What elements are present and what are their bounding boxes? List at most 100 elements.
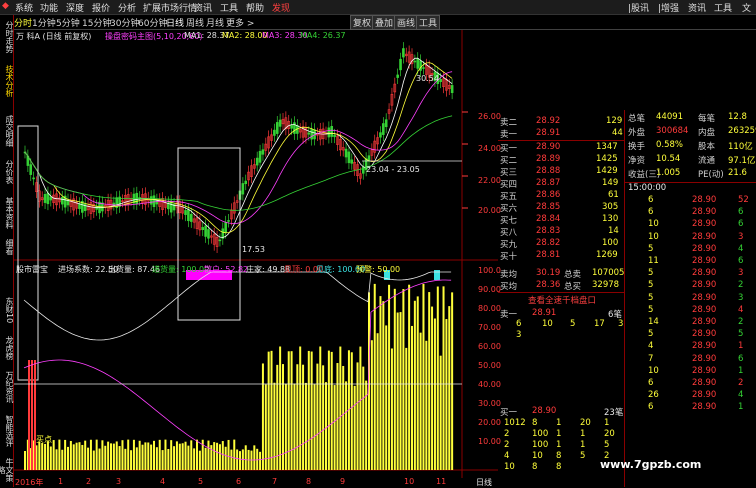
tab-more[interactable]: 更多 > [226,16,254,29]
sidebar-item-strategy[interactable]: 牛文策略 [0,455,14,485]
candle-body [189,213,193,222]
menu-item-more[interactable]: 文 [742,1,751,14]
sidebar-item-smart[interactable]: 智能选评 [0,411,14,451]
volume-bar [138,440,141,470]
candle-body [46,192,50,205]
volume-bar [89,439,92,470]
sidebar-item-profile[interactable]: 基本资料 [0,193,14,233]
menu-item-stock-news[interactable]: |股讯 [628,1,649,14]
tab-monthly[interactable]: 月线 [206,16,224,29]
tab-1min[interactable]: 1分钟 [32,16,56,29]
menu-item-depth[interactable]: 深度 [66,1,84,14]
tick-price: 28.90 [692,365,717,376]
period-indicator[interactable]: 日线 [476,477,492,488]
volume-bar [336,363,339,470]
tab-15min[interactable]: 15分钟 [82,16,111,29]
sidebar-item-trades[interactable]: 成交明细 [0,111,14,151]
menu-item-ext-market[interactable]: 扩展市场行情 [143,1,197,14]
volume-bar [155,447,158,470]
volume-bar [153,440,155,470]
sidebar-item-news[interactable]: 万纪资讯 [0,367,14,407]
ask-price[interactable]: 28.92 [536,116,560,126]
bid-price[interactable]: 28.82 [536,238,560,248]
volume-bar [416,296,419,470]
candle-body [347,151,351,164]
volume-bar [158,439,161,470]
volume-bar [55,449,58,470]
menu-item-system[interactable]: 系统 [15,1,33,14]
tick-price: 28.90 [692,292,717,303]
volume-bar [267,351,270,470]
sidebar-item-technical[interactable]: 技术分析 [0,61,14,101]
volume-bar [44,443,47,470]
kline-chart[interactable] [14,30,498,478]
bid-price[interactable]: 28.84 [536,214,560,224]
tab-5min[interactable]: 5分钟 [56,16,80,29]
sidebar-item-detail[interactable]: 细看 [0,237,14,257]
overlay-button[interactable]: 叠加 [372,15,397,30]
ticks-time-row: 15:00:00 [626,183,756,195]
full-depth-link[interactable]: 查看全速千档盘口 [528,294,596,306]
stat-label: 每笔 [698,114,716,124]
candle-body [344,148,348,158]
sub-indicator-name[interactable]: 股市雷宝 [16,264,48,275]
bid-price[interactable]: 28.90 [536,142,560,152]
candle-body [49,196,53,201]
tab-weekly[interactable]: 周线 [186,16,204,29]
tab-60min[interactable]: 60分钟 [138,16,167,29]
menu-item-help[interactable]: 帮助 [246,1,264,14]
volume-bar [370,340,373,470]
sidebar-item-eastmoney[interactable]: 东财10 [0,293,14,327]
volume-bar [87,447,90,470]
tick-volume: 3 [738,292,744,303]
menu-item-news-right[interactable]: 资讯 [688,1,706,14]
tools-button[interactable]: 工具 [416,15,441,30]
bid-price[interactable]: 28.88 [536,166,560,176]
x-axis-label: 6 [236,477,242,486]
candle-body [255,157,259,166]
menu-item-tools[interactable]: 工具 [220,1,238,14]
tab-30min[interactable]: 30分钟 [110,16,139,29]
volume-bar [296,364,299,470]
candle-body [204,225,207,237]
queue-num: 8 [556,451,562,461]
bid-price[interactable]: 28.81 [536,250,560,260]
volume-bar [422,283,425,470]
menu-item-tools-right[interactable]: 工具 [714,1,732,14]
candle-body [258,150,262,163]
volume-bar [290,351,293,470]
draw-line-button[interactable]: 画线 [394,15,419,30]
menu-item-discover[interactable]: 发现 [272,1,290,14]
adjust-button[interactable]: 复权 [350,15,375,30]
ask-price[interactable]: 28.91 [536,128,560,138]
tick-volume: 6 [738,256,744,266]
volume-bar [379,296,382,470]
menu-item-quote[interactable]: 报价 [92,1,110,14]
bid-price[interactable]: 28.87 [536,178,560,188]
tick-volume: 1 [738,402,744,413]
bid-price[interactable]: 28.86 [536,190,560,200]
bid-price[interactable]: 28.89 [536,154,560,164]
volume-bar [216,442,219,470]
bid-price[interactable]: 28.83 [536,226,560,236]
menu-item-enhance[interactable]: |增强 [658,1,679,14]
candle-body [32,177,35,180]
volume-bar [299,346,302,470]
bid-price[interactable]: 28.85 [536,202,560,212]
tab-daily[interactable]: 日线 [166,16,184,29]
candle-body [402,48,405,58]
queue-num: 10 [532,451,543,461]
sidebar-item-price-table[interactable]: 分价表 [0,155,14,189]
app-logo-icon[interactable]: ◆ [2,1,9,11]
tick-count: 6 [648,207,654,218]
sidebar-item-timeshare[interactable]: 分时走势 [0,17,14,57]
tab-timeshare[interactable]: 分时 [14,16,32,29]
menu-item-function[interactable]: 功能 [40,1,58,14]
menu-item-analysis[interactable]: 分析 [118,1,136,14]
queue-num: 100 [532,429,549,439]
volume-bar [64,439,67,470]
sidebar-item-dragon-tiger[interactable]: 龙虎榜 [0,333,14,363]
menu-item-news[interactable]: 资讯 [194,1,212,14]
candle-body [29,164,33,175]
sub-value-h: 预警: 50.00 [356,265,401,274]
